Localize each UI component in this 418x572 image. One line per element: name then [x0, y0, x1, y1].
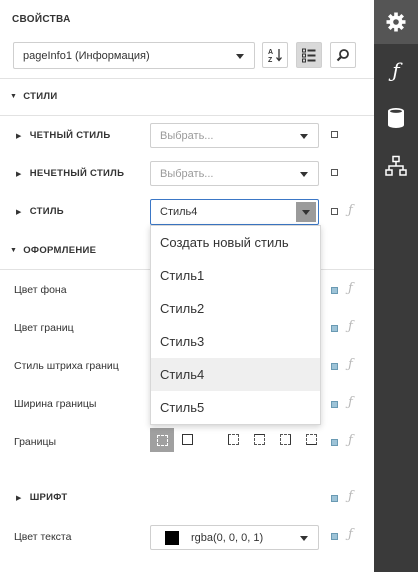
chevron-down-icon [300, 133, 308, 139]
even-style-select[interactable]: Выбрать... [150, 123, 319, 148]
even-style-checkbox[interactable] [331, 131, 338, 138]
font-row[interactable]: ▶ ШРИФТ [16, 492, 67, 503]
data-source-tab[interactable] [374, 96, 418, 140]
color-swatch [165, 530, 179, 545]
group-styles-label: СТИЛИ [23, 91, 58, 102]
dropdown-option[interactable]: Стиль5 [151, 391, 320, 424]
hierarchy-icon [385, 155, 407, 176]
function-icon[interactable]: ƒ [348, 203, 353, 218]
border-width-checkbox[interactable] [331, 401, 338, 408]
dropdown-option-create-new-style[interactable]: Создать новый стиль [151, 226, 320, 259]
divider [0, 78, 374, 79]
background-color-label: Цвет фона [14, 284, 67, 296]
right-toolbar: ƒ [374, 0, 418, 572]
odd-style-checkbox[interactable] [331, 169, 338, 176]
even-style-row[interactable]: ▶ ЧЕТНЫЙ СТИЛЬ [16, 130, 110, 141]
chevron-down-icon [300, 171, 308, 177]
function-icon[interactable]: ƒ [348, 281, 353, 296]
odd-style-label: НЕЧЕТНЫЙ СТИЛЬ [29, 168, 125, 179]
style-dropdown-list: Создать новый стиль Стиль1 Стиль2 Стиль3… [150, 225, 321, 425]
divider [0, 115, 374, 116]
odd-style-placeholder: Выбрать... [160, 167, 214, 180]
function-icon[interactable]: ƒ [348, 357, 353, 372]
dropdown-option[interactable]: Стиль2 [151, 292, 320, 325]
border-dash-style-checkbox[interactable] [331, 363, 338, 370]
group-styles[interactable]: ▼ СТИЛИ [10, 91, 57, 102]
function-icon[interactable]: ƒ [348, 527, 353, 542]
border-bottom-button[interactable] [306, 434, 317, 445]
properties-tab[interactable] [374, 0, 418, 44]
text-color-label: Цвет текста [14, 531, 72, 543]
database-icon [388, 108, 404, 128]
report-explorer-tab[interactable] [374, 144, 418, 188]
dropdown-option[interactable]: Стиль3 [151, 325, 320, 358]
function-icon[interactable]: ƒ [348, 433, 353, 448]
triangle-right-icon: ▶ [16, 208, 22, 216]
categorized-icon [302, 48, 316, 63]
border-all-button[interactable] [150, 428, 174, 452]
style-label: СТИЛЬ [29, 206, 64, 217]
svg-text:A: A [268, 49, 273, 56]
function-icon[interactable]: ƒ [348, 489, 353, 504]
even-style-label: ЧЕТНЫЙ СТИЛЬ [29, 130, 111, 141]
borders-label: Границы [14, 436, 56, 448]
style-select[interactable]: Стиль4 [150, 199, 319, 225]
function-icon[interactable]: ƒ [348, 319, 353, 334]
border-width-label: Ширина границы [14, 398, 97, 410]
even-style-placeholder: Выбрать... [160, 129, 214, 142]
style-checkbox[interactable] [331, 208, 338, 215]
dropdown-option-highlighted[interactable]: Стиль4 [151, 358, 320, 391]
properties-panel: СВОЙСТВА pageInfo1 (Информация) A Z ▼ СТ… [0, 0, 374, 572]
svg-text:Z: Z [268, 57, 273, 63]
border-outline-button[interactable] [182, 434, 193, 445]
sort-az-icon: A Z [268, 49, 282, 63]
chevron-down-icon [300, 535, 308, 541]
triangle-right-icon: ▶ [16, 170, 22, 178]
border-color-label: Цвет границ [14, 322, 74, 334]
search-button[interactable] [330, 42, 356, 68]
categorized-view-button[interactable] [296, 42, 322, 68]
border-all-icon [156, 434, 168, 446]
odd-style-row[interactable]: ▶ НЕЧЕТНЫЙ СТИЛЬ [16, 168, 124, 179]
border-dash-style-label: Стиль штриха границ [14, 360, 119, 372]
font-label: ШРИФТ [29, 492, 68, 503]
triangle-down-icon: ▼ [10, 93, 18, 100]
style-select-toggle[interactable] [296, 202, 316, 222]
search-icon [336, 49, 349, 62]
function-icon: ƒ [392, 58, 400, 82]
font-checkbox[interactable] [331, 495, 338, 502]
text-color-checkbox[interactable] [331, 533, 338, 540]
group-appearance-label: ОФОРМЛЕНИЕ [23, 245, 97, 256]
chevron-down-icon [236, 53, 244, 59]
panel-title: СВОЙСТВА [12, 14, 71, 25]
gear-icon [386, 12, 406, 32]
text-color-value: rgba(0, 0, 0, 1) [191, 531, 264, 544]
border-left-button[interactable] [228, 434, 239, 445]
function-icon[interactable]: ƒ [348, 395, 353, 410]
triangle-right-icon: ▶ [16, 494, 22, 502]
style-row[interactable]: ▶ СТИЛЬ [16, 206, 64, 217]
odd-style-select[interactable]: Выбрать... [150, 161, 319, 186]
border-right-button[interactable] [280, 434, 291, 445]
borders-checkbox[interactable] [331, 439, 338, 446]
dropdown-option[interactable]: Стиль1 [151, 259, 320, 292]
text-color-select[interactable]: rgba(0, 0, 0, 1) [150, 525, 319, 550]
expressions-tab[interactable]: ƒ [374, 48, 418, 92]
object-selector-value: pageInfo1 (Информация) [23, 49, 150, 62]
triangle-down-icon: ▼ [10, 247, 18, 254]
group-appearance[interactable]: ▼ ОФОРМЛЕНИЕ [10, 245, 96, 256]
background-color-checkbox[interactable] [331, 287, 338, 294]
border-color-checkbox[interactable] [331, 325, 338, 332]
object-selector[interactable]: pageInfo1 (Информация) [13, 42, 255, 69]
triangle-right-icon: ▶ [16, 132, 22, 140]
chevron-down-icon [302, 209, 310, 215]
sort-alphabetical-button[interactable]: A Z [262, 42, 288, 68]
border-top-button[interactable] [254, 434, 265, 445]
style-select-value: Стиль4 [160, 206, 198, 218]
